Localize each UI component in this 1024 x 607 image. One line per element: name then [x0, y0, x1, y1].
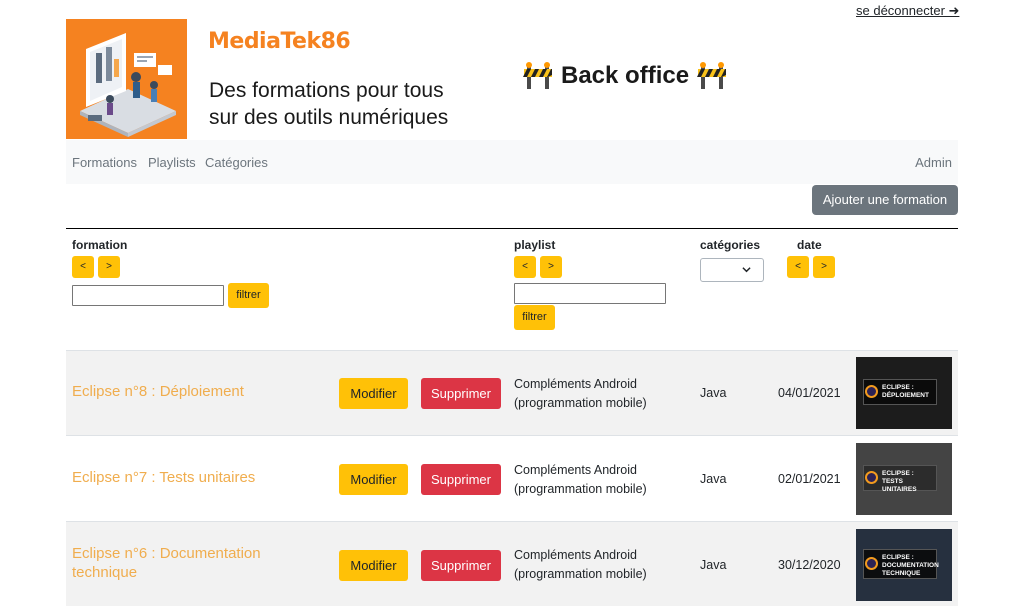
table-row: Eclipse n°7 : Tests unitaires Modifier S… — [66, 435, 958, 520]
tagline-line-2: sur des outils numériques — [209, 106, 449, 129]
laptop-illustration-icon — [66, 19, 187, 139]
tagline-line-1: Des formations pour tous — [209, 79, 444, 102]
nav-categories[interactable]: Catégories — [205, 155, 268, 170]
add-formation-button[interactable]: Ajouter une formation — [812, 185, 958, 215]
formation-category: Java — [700, 386, 727, 400]
delete-button[interactable]: Supprimer — [421, 464, 501, 495]
chevron-down-icon — [742, 267, 751, 273]
header-date: date — [797, 238, 822, 252]
table-row: Eclipse n°8 : Déploiement Modifier Suppr… — [66, 350, 958, 435]
formation-sort-desc-button[interactable]: > — [98, 256, 120, 278]
date-sort-desc-button[interactable]: > — [813, 256, 835, 278]
formation-title-link[interactable]: Eclipse n°7 : Tests unitaires — [72, 468, 327, 487]
construction-barrier-icon — [523, 62, 552, 89]
formation-date: 04/01/2021 — [778, 386, 841, 400]
eclipse-logo-icon — [865, 471, 878, 484]
modify-button[interactable]: Modifier — [339, 550, 408, 581]
backoffice-label: Back office — [561, 62, 690, 89]
nav-playlists[interactable]: Playlists — [148, 155, 196, 170]
formation-date: 30/12/2020 — [778, 558, 841, 572]
modify-button[interactable]: Modifier — [339, 464, 408, 495]
playlist-sort-desc-button[interactable]: > — [540, 256, 562, 278]
site-logo[interactable] — [66, 19, 187, 139]
playlist-sort-asc-button[interactable]: < — [514, 256, 536, 278]
divider — [66, 228, 958, 229]
modify-button[interactable]: Modifier — [339, 378, 408, 409]
delete-button[interactable]: Supprimer — [421, 378, 501, 409]
formation-filter-input[interactable] — [72, 285, 224, 306]
backoffice-title: Back office — [523, 61, 727, 91]
formation-date: 02/01/2021 — [778, 472, 841, 486]
formation-filter-button[interactable]: filtrer — [228, 283, 269, 308]
formation-category: Java — [700, 472, 727, 486]
site-header: MediaTek86 Des formations pour tous sur … — [66, 19, 958, 139]
video-thumbnail[interactable]: ECLIPSE : DOCUMENTATION TECHNIQUE — [856, 529, 952, 601]
playlist-filter-input[interactable] — [514, 283, 666, 304]
formation-sort-asc-button[interactable]: < — [72, 256, 94, 278]
video-thumbnail[interactable]: ECLIPSE : TESTS UNITAIRES — [856, 443, 952, 515]
delete-button[interactable]: Supprimer — [421, 550, 501, 581]
formation-playlist: Compléments Android (programmation mobil… — [514, 377, 647, 410]
construction-barrier-icon — [697, 62, 727, 89]
tagline: Des formations pour tous sur des outils … — [209, 77, 448, 131]
logout-link[interactable]: se déconnecter ➜ — [856, 3, 959, 19]
formation-title-link[interactable]: Eclipse n°6 : Documentation technique — [72, 544, 327, 582]
eclipse-logo-icon — [865, 557, 878, 570]
formation-playlist: Compléments Android (programmation mobil… — [514, 548, 647, 581]
header-categories: catégories — [700, 238, 761, 252]
formation-category: Java — [700, 558, 727, 572]
site-name: MediaTek86 — [208, 29, 351, 54]
formation-title-link[interactable]: Eclipse n°8 : Déploiement — [72, 382, 327, 401]
table-row: Eclipse n°6 : Documentation technique Mo… — [66, 521, 958, 606]
playlist-filter-button[interactable]: filtrer — [514, 305, 555, 330]
header-formation: formation — [72, 238, 128, 252]
date-sort-asc-button[interactable]: < — [787, 256, 809, 278]
video-thumbnail[interactable]: ECLIPSE : DÉPLOIEMENT — [856, 357, 952, 429]
formation-playlist: Compléments Android (programmation mobil… — [514, 463, 647, 496]
header-playlist: playlist — [514, 238, 556, 252]
main-navbar: Formations Playlists Catégories Admin — [66, 140, 958, 184]
eclipse-logo-icon — [865, 385, 878, 398]
category-select[interactable] — [700, 258, 764, 282]
nav-formations[interactable]: Formations — [72, 155, 137, 170]
nav-admin[interactable]: Admin — [915, 155, 952, 170]
